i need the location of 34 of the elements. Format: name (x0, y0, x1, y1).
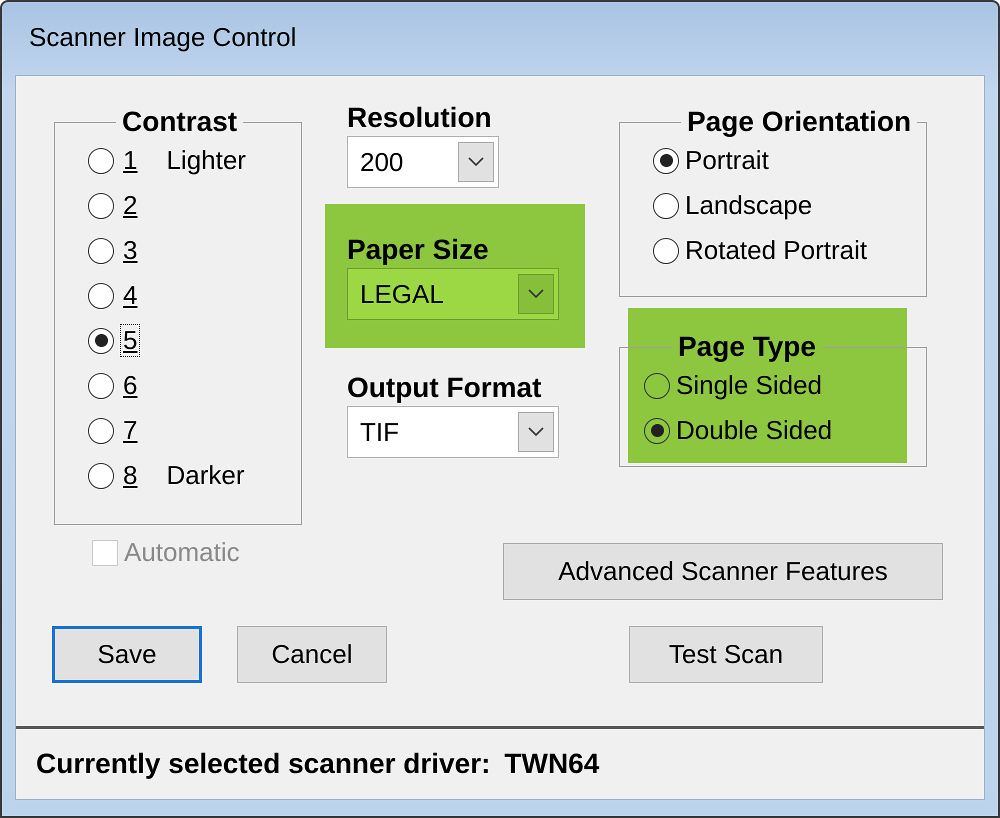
dropdown-field[interactable]: TIF (347, 406, 559, 458)
radio-option[interactable]: 7 (88, 414, 140, 447)
save-button[interactable]: Save (52, 626, 202, 683)
group-label: Contrast (121, 106, 238, 138)
radio-option[interactable]: 5 (88, 324, 140, 357)
field-label: Paper Size (347, 234, 490, 266)
dropdown-field[interactable]: LEGAL (347, 268, 559, 320)
advanced-features-button[interactable]: Advanced Scanner Features (503, 543, 943, 600)
radio-option[interactable]: Portrait (653, 138, 926, 183)
radio-option[interactable]: 2 (88, 189, 140, 222)
status-value: TWN64 (504, 748, 600, 780)
radio-option[interactable]: 3 (88, 234, 140, 267)
cancel-button[interactable]: Cancel (237, 626, 387, 683)
group-label: Page Type (677, 331, 817, 363)
radio-option[interactable]: Landscape (653, 183, 926, 228)
radio-option[interactable]: 8 (88, 459, 140, 492)
contrast-note: Darker (166, 460, 244, 491)
radio-option[interactable]: 4 (88, 279, 140, 312)
radio-option[interactable]: 1 (88, 144, 140, 177)
chevron-down-icon[interactable] (518, 274, 554, 314)
status-label: Currently selected scanner driver: (36, 748, 490, 780)
window-title: Scanner Image Control (28, 22, 296, 53)
radio-option[interactable]: Single Sided (644, 363, 926, 408)
field-label: Output Format (347, 372, 542, 404)
test-scan-button[interactable]: Test Scan (629, 626, 823, 683)
radio-option[interactable]: Double Sided (644, 408, 926, 453)
radio-option[interactable]: 6 (88, 369, 140, 402)
dropdown-field[interactable]: 200 (347, 136, 499, 188)
field-label: Resolution (347, 102, 493, 134)
contrast-note: Lighter (166, 145, 246, 176)
radio-option[interactable]: Rotated Portrait (653, 228, 926, 273)
chevron-down-icon[interactable] (518, 412, 554, 452)
group-label: Page Orientation (686, 106, 912, 138)
chevron-down-icon[interactable] (458, 142, 494, 182)
